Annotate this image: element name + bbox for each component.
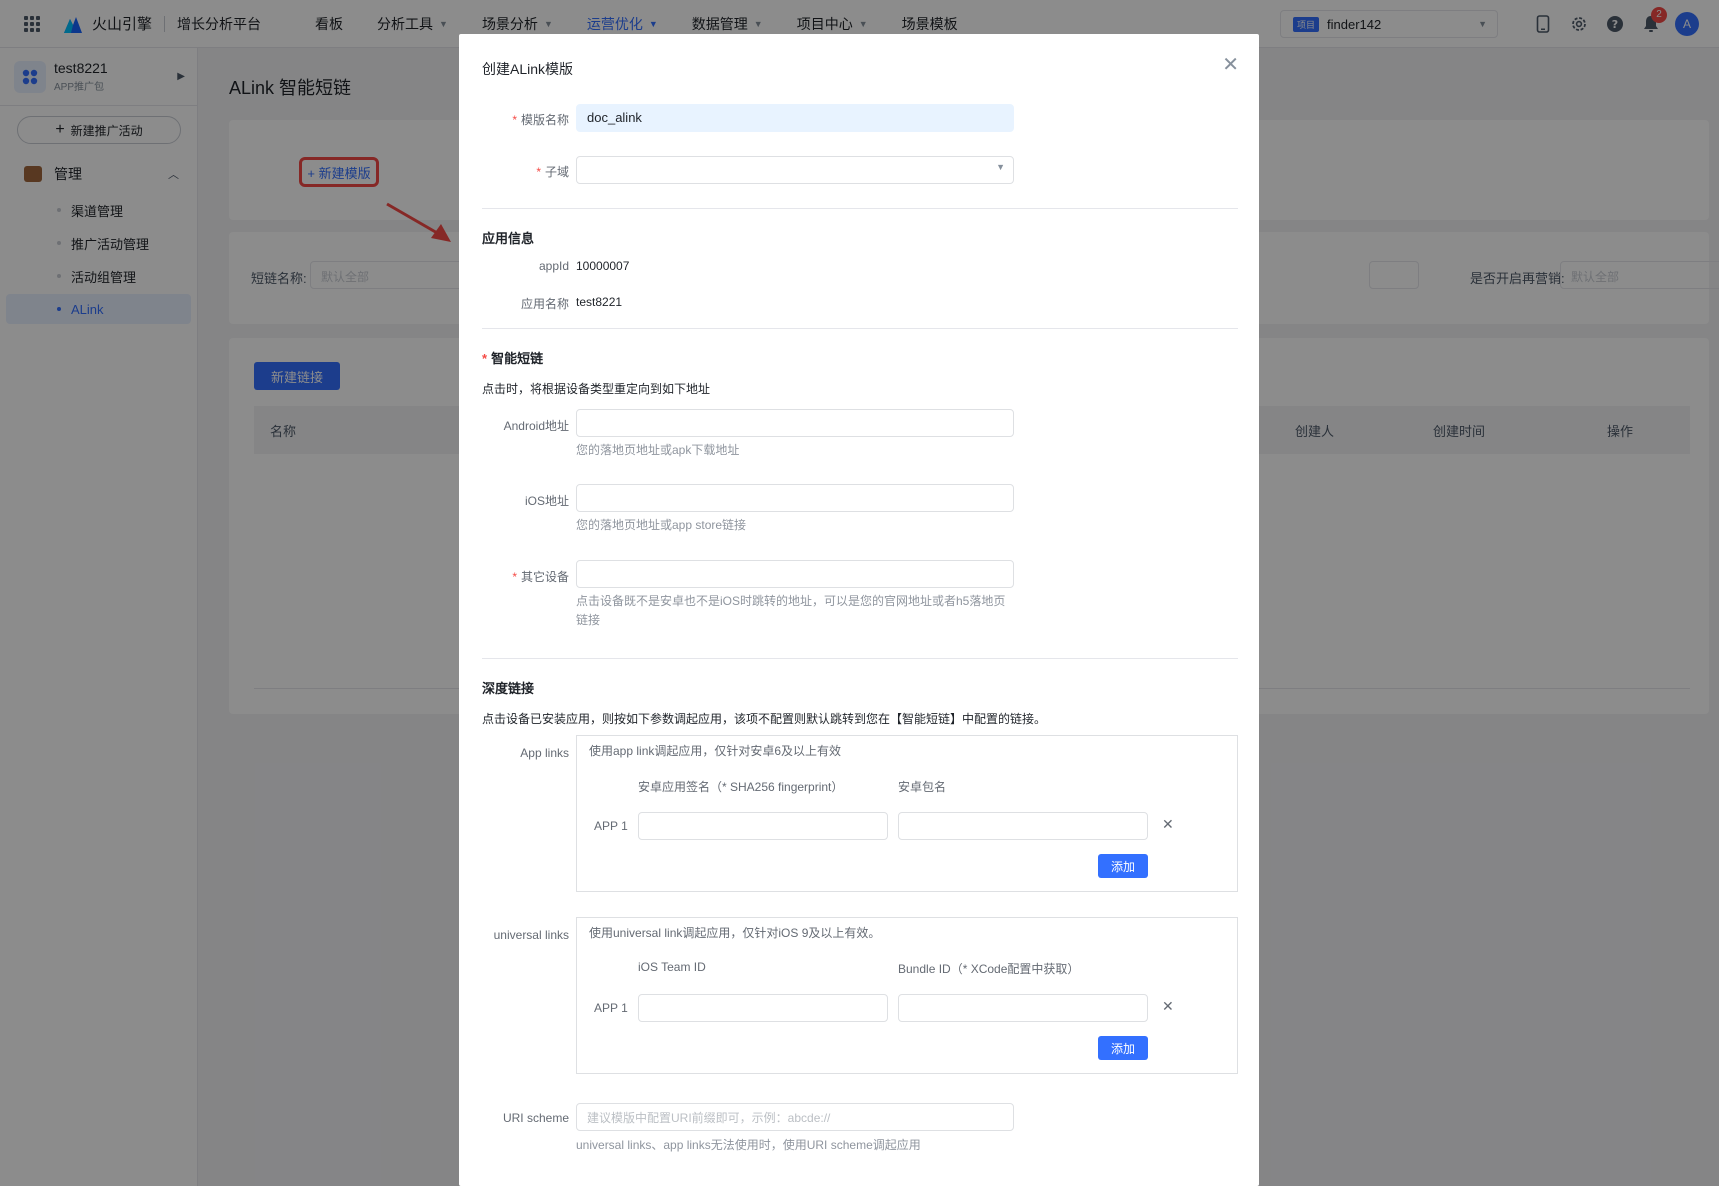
remove-row-icon[interactable]: ✕ (1162, 998, 1174, 1015)
universal-links-label: universal links (493, 928, 569, 942)
uri-scheme-input[interactable]: 建议模版中配置URI前缀即可，示例：abcde:// (576, 1103, 1014, 1131)
universal-links-box: 使用universal link调起应用，仅针对iOS 9及以上有效。 iOS … (576, 917, 1238, 1074)
app-name-label: 应用名称 (520, 297, 569, 311)
uri-scheme-label: URI scheme (502, 1111, 569, 1125)
app-links-signature-input[interactable] (638, 812, 888, 840)
deep-link-desc: 点击设备已安装应用，则按如下参数调起应用，该项不配置则默认跳转到您在【智能短链】… (482, 712, 1047, 726)
app-links-box: 使用app link调起应用，仅针对安卓6及以上有效 安卓应用签名（* SHA2… (576, 735, 1238, 892)
ios-hint: 您的落地页地址或app store链接 (576, 518, 747, 532)
app-links-col-package: 安卓包名 (898, 780, 947, 794)
section-divider (482, 208, 1238, 209)
ios-url-input[interactable] (576, 484, 1014, 512)
subdomain-label: * 子域 (536, 165, 569, 179)
android-url-input[interactable] (576, 409, 1014, 437)
android-hint: 您的落地页地址或apk下载地址 (576, 443, 740, 457)
app-links-package-input[interactable] (898, 812, 1148, 840)
appid-label: appId (538, 259, 569, 273)
appid-value: 10000007 (576, 259, 630, 273)
smart-link-desc: 点击时，将根据设备类型重定向到如下地址 (482, 382, 711, 396)
smart-link-title: * 智能短链 (482, 351, 544, 366)
deep-link-title: 深度链接 (482, 681, 535, 696)
other-device-hint: 点击设备既不是安卓也不是iOS时跳转的地址，可以是您的官网地址或者h5落地页链接 (576, 594, 1006, 627)
app-links-add-button[interactable]: 添加 (1098, 854, 1148, 878)
universal-links-col-team-id: iOS Team ID (638, 960, 706, 974)
ios-label: iOS地址 (524, 494, 569, 508)
modal-title: 创建ALink模版 (482, 61, 574, 77)
section-divider (482, 658, 1238, 659)
app-links-row-label: APP 1 (594, 819, 628, 833)
android-label: Android地址 (503, 419, 569, 433)
remove-row-icon[interactable]: ✕ (1162, 816, 1174, 833)
template-name-label: * 模版名称 (512, 113, 569, 127)
template-name-input[interactable]: doc_alink (576, 104, 1014, 132)
app-links-col-signature: 安卓应用签名（* SHA256 fingerprint） (638, 780, 844, 794)
other-device-label: * 其它设备 (512, 570, 569, 584)
app-info-title: 应用信息 (482, 231, 535, 246)
chevron-down-icon: ▼ (996, 162, 1005, 172)
section-divider (482, 328, 1238, 329)
close-icon[interactable]: ✕ (1222, 52, 1239, 77)
app-name-value: test8221 (576, 295, 623, 309)
universal-links-row-label: APP 1 (594, 1001, 628, 1015)
ios-team-id-input[interactable] (638, 994, 888, 1022)
universal-links-col-bundle-id: Bundle ID（* XCode配置中获取） (898, 962, 1080, 976)
subdomain-select[interactable]: ▼ (576, 156, 1014, 184)
app-links-desc: 使用app link调起应用，仅针对安卓6及以上有效 (589, 744, 842, 758)
universal-links-add-button[interactable]: 添加 (1098, 1036, 1148, 1060)
app-links-label: App links (520, 746, 569, 760)
bundle-id-input[interactable] (898, 994, 1148, 1022)
other-device-input[interactable] (576, 560, 1014, 588)
uri-scheme-hint: universal links、app links无法使用时，使用URI sch… (576, 1138, 921, 1152)
universal-links-desc: 使用universal link调起应用，仅针对iOS 9及以上有效。 (589, 926, 881, 940)
create-template-modal: 创建ALink模版 ✕ * 模版名称 doc_alink * 子域 ▼ 应用信息 a… (459, 34, 1259, 1186)
